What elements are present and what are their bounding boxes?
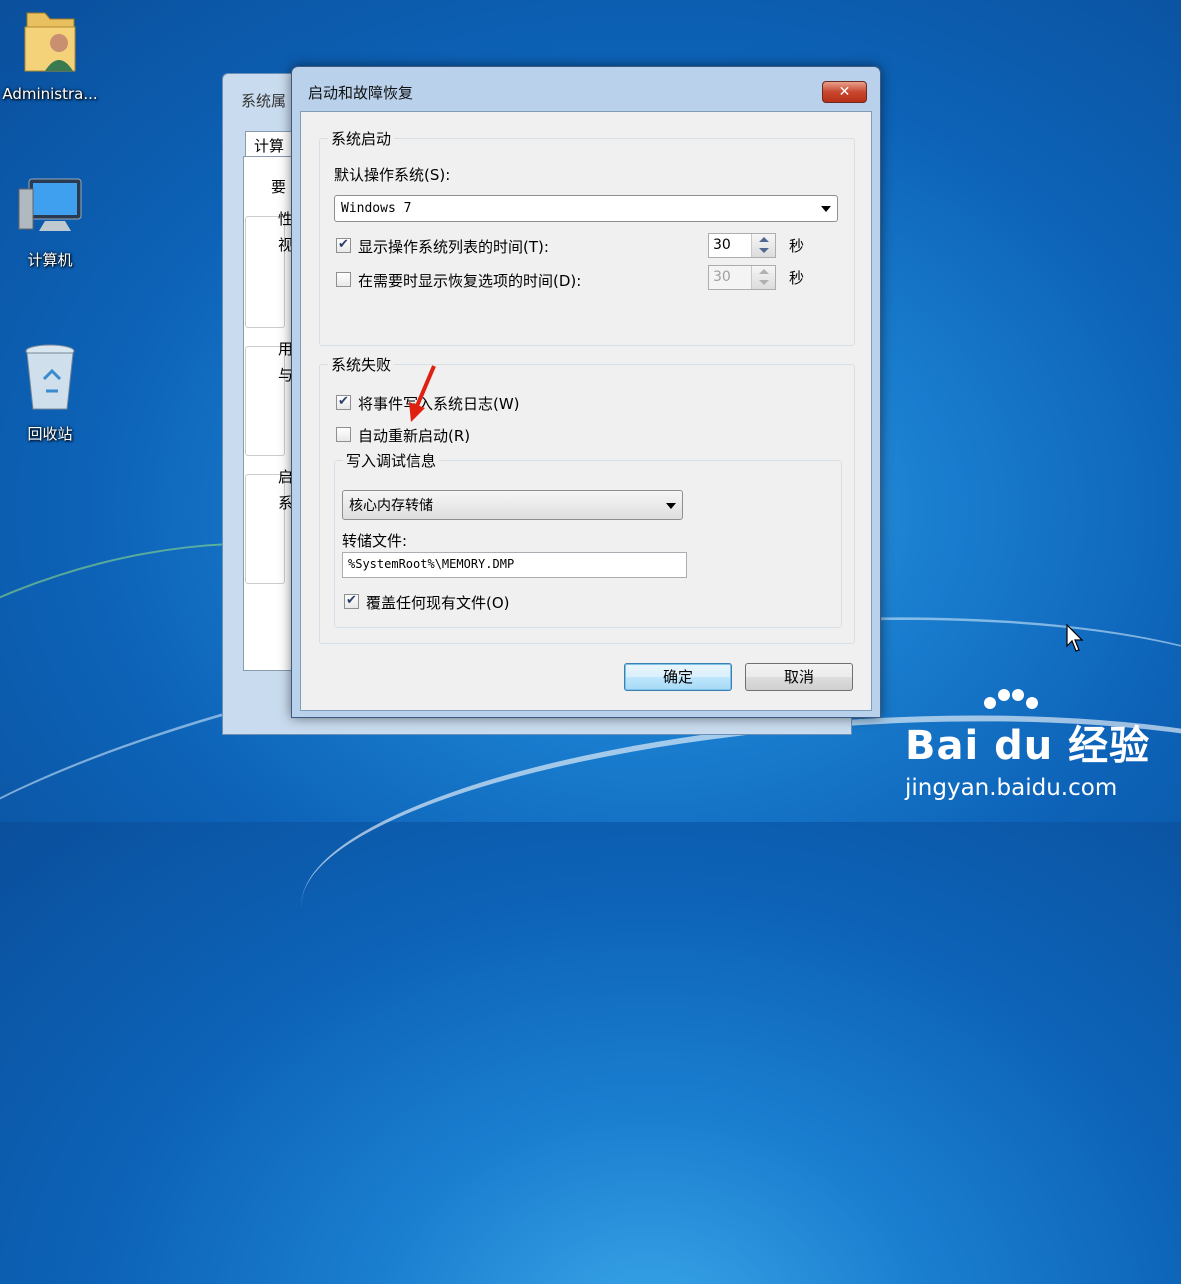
spinner-value: 30 <box>713 269 731 285</box>
spin-up-icon[interactable] <box>759 237 769 242</box>
cancel-button[interactable]: 取消 <box>745 663 853 691</box>
startup-recovery-dialog: 启动和故障恢复 ✕ 系统启动 默认操作系统(S): Windows 7 ✔ 显示… <box>291 66 881 718</box>
default-os-select[interactable]: Windows 7 <box>334 195 838 222</box>
desktop-icon-label: 计算机 <box>27 251 73 269</box>
auto-restart-label: 自动重新启动(R) <box>358 427 471 445</box>
paw-logo-icon <box>984 689 1038 709</box>
mouse-cursor-icon <box>1066 624 1084 652</box>
panel-text-fragment: 要 <box>271 178 287 196</box>
desktop-icon-label: 回收站 <box>27 425 73 443</box>
show-recovery-checkbox[interactable] <box>336 272 351 287</box>
group-legend: 系统失败 <box>331 356 392 374</box>
check-icon: ✔ <box>338 237 349 252</box>
window-title: 系统属 <box>241 92 287 110</box>
show-recovery-label: 在需要时显示恢复选项的时间(D): <box>358 272 582 290</box>
write-event-checkbox[interactable]: ✔ <box>336 395 351 410</box>
selected-value: 核心内存转储 <box>349 498 433 514</box>
recycle-bin-icon <box>25 344 75 410</box>
check-icon: ✔ <box>338 394 349 409</box>
user-profiles-group <box>245 346 285 456</box>
computer-icon <box>18 178 82 231</box>
watermark-brand: Bai du 经验 <box>905 723 1151 769</box>
overwrite-checkbox[interactable]: ✔ <box>344 594 359 609</box>
default-os-label: 默认操作系统(S): <box>334 166 451 184</box>
group-legend: 写入调试信息 <box>346 452 437 470</box>
spin-down-icon <box>759 280 769 285</box>
group-legend: 系统启动 <box>331 130 392 148</box>
chevron-down-icon <box>821 206 831 212</box>
chevron-down-icon <box>666 503 676 509</box>
dump-file-input[interactable]: %SystemRoot%\MEMORY.DMP <box>342 552 687 578</box>
desktop-icon-computer[interactable]: 计算机 <box>0 175 105 270</box>
auto-restart-checkbox[interactable] <box>336 427 351 442</box>
spin-up-icon <box>759 269 769 274</box>
selected-value: Windows 7 <box>341 201 412 216</box>
close-button[interactable]: ✕ <box>822 81 867 103</box>
watermark-url: jingyan.baidu.com <box>905 775 1118 801</box>
baidu-watermark: Bai du 经验 jingyan.baidu.com <box>905 689 1151 801</box>
dump-file-label: 转储文件: <box>342 532 408 550</box>
desktop-icon-recycle-bin[interactable]: 回收站 <box>0 343 105 444</box>
os-list-time-spinner[interactable]: 30 <box>708 233 776 258</box>
spin-down-icon[interactable] <box>759 248 769 253</box>
user-folder-icon <box>24 12 76 72</box>
spinner-value: 30 <box>713 237 731 253</box>
dump-type-select[interactable]: 核心内存转储 <box>342 490 683 520</box>
dialog-title: 启动和故障恢复 <box>308 84 414 102</box>
desktop-icon-administrator[interactable]: Administra... <box>0 5 105 103</box>
seconds-unit-label: 秒 <box>789 237 805 255</box>
annotation-arrow-icon <box>409 365 436 422</box>
performance-group <box>245 216 285 328</box>
recovery-time-spinner: 30 <box>708 265 776 290</box>
overwrite-label: 覆盖任何现有文件(O) <box>366 594 510 612</box>
show-os-list-label: 显示操作系统列表的时间(T): <box>358 238 549 256</box>
desktop-icon-label: Administra... <box>2 85 98 103</box>
seconds-unit-label: 秒 <box>789 269 805 287</box>
close-icon: ✕ <box>838 84 851 100</box>
show-os-list-checkbox[interactable]: ✔ <box>336 238 351 253</box>
check-icon: ✔ <box>346 593 357 608</box>
ok-button[interactable]: 确定 <box>624 663 732 691</box>
startup-recovery-group <box>245 474 285 584</box>
dialog-client-area: 系统启动 默认操作系统(S): Windows 7 ✔ 显示操作系统列表的时间(… <box>300 111 872 711</box>
